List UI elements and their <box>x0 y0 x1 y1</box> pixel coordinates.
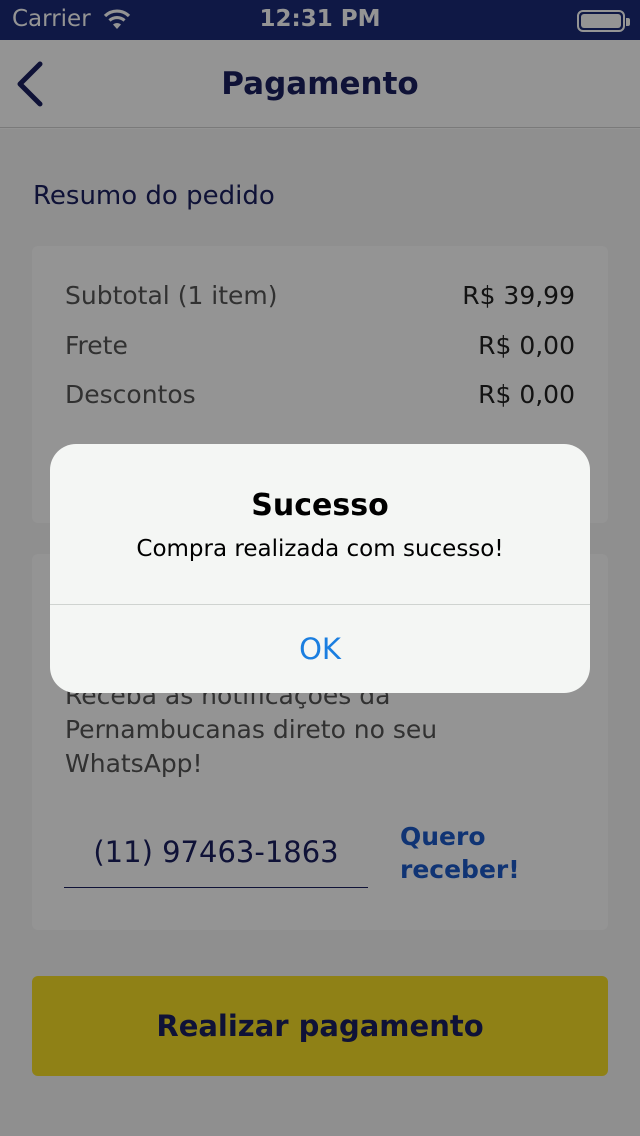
alert-title: Sucesso <box>251 488 389 523</box>
success-alert-dialog: Sucesso Compra realizada com sucesso! OK <box>50 444 590 693</box>
alert-message: Compra realizada com sucesso! <box>136 536 504 562</box>
alert-ok-button[interactable]: OK <box>50 605 590 693</box>
